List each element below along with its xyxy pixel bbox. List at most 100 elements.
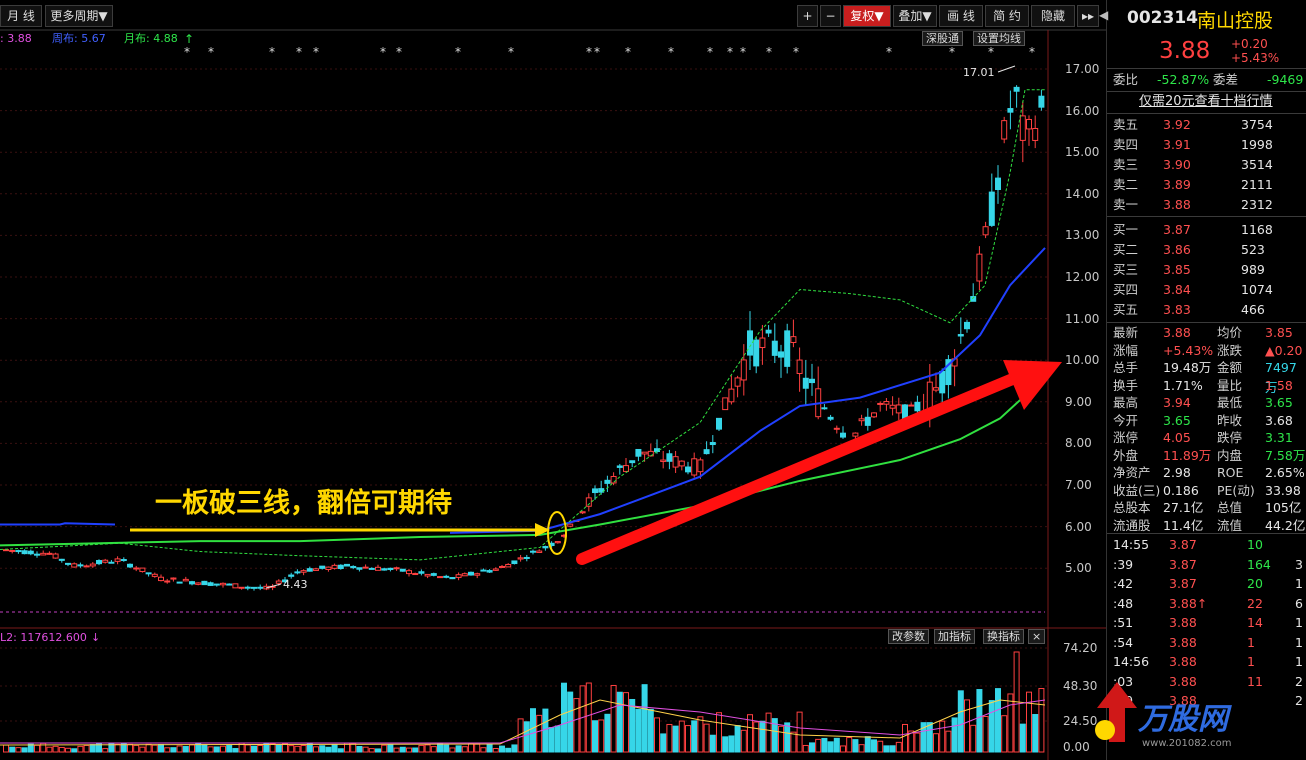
volume-bar: [1007, 693, 1014, 753]
candle: [722, 397, 729, 411]
volume-bar: [164, 747, 171, 753]
candle: [21, 550, 28, 555]
close-icon[interactable]: ×: [1028, 629, 1046, 644]
candle: [604, 479, 611, 484]
volume-bar: [895, 741, 902, 753]
candle: [895, 404, 902, 414]
event-marker[interactable]: *: [625, 45, 631, 59]
more-periods-dropdown[interactable]: 更多周期▼: [45, 5, 113, 27]
volume-bar: [598, 719, 605, 753]
weicha-value: -9469: [1267, 72, 1304, 87]
tick-price: 3.87: [1169, 537, 1197, 552]
event-marker[interactable]: *: [766, 45, 772, 59]
sell-volume: 2312: [1241, 197, 1273, 212]
candle: [982, 226, 989, 236]
candle: [877, 402, 884, 405]
candle: [275, 580, 282, 584]
change-params-button[interactable]: 改参数: [888, 629, 929, 644]
volume-bar: [220, 745, 226, 753]
period-month-button[interactable]: 月 线: [0, 5, 42, 27]
candle: [610, 475, 617, 484]
volume-bar: [660, 733, 667, 753]
overlay-dropdown[interactable]: 叠加▼: [893, 5, 937, 27]
candle: [672, 456, 679, 468]
volume-bar: [269, 743, 276, 753]
candle: [65, 562, 71, 565]
volume-bar: [251, 745, 257, 753]
chevron-down-icon: ▼: [98, 9, 108, 23]
volume-bar: [511, 744, 518, 753]
candle: [691, 458, 698, 476]
event-marker[interactable]: *: [886, 45, 892, 59]
collapse-left-icon[interactable]: ◀: [1099, 8, 1108, 22]
event-marker[interactable]: *: [269, 45, 275, 59]
sell-level-label: 卖三: [1113, 157, 1139, 172]
candle: [151, 573, 158, 577]
high-price-label: 17.01: [963, 66, 995, 79]
tick-time: :48: [1113, 595, 1134, 611]
candle: [939, 370, 946, 394]
volume-bar: [102, 748, 109, 753]
volume-bar: [629, 698, 636, 753]
event-marker[interactable]: *: [949, 45, 955, 59]
simple-mode-button[interactable]: 简 约: [985, 5, 1029, 27]
event-marker[interactable]: *: [1029, 45, 1035, 59]
event-marker[interactable]: *: [594, 45, 600, 59]
event-marker[interactable]: *: [793, 45, 799, 59]
volume-bar: [592, 720, 598, 753]
zoom-out-button[interactable]: −: [820, 5, 841, 27]
low-price-label: 4.43: [283, 578, 308, 591]
event-marker[interactable]: *: [508, 45, 514, 59]
chevron-down-icon: ▼: [874, 9, 884, 23]
event-marker[interactable]: *: [668, 45, 674, 59]
candle: [771, 340, 778, 356]
event-marker[interactable]: *: [455, 45, 461, 59]
event-marker[interactable]: *: [988, 45, 994, 59]
volume-bar: [83, 744, 90, 753]
candle: [530, 550, 536, 553]
volume-bar: [728, 735, 735, 753]
sell-volume: 3514: [1241, 157, 1273, 172]
zoom-in-button[interactable]: +: [797, 5, 818, 27]
event-marker[interactable]: *: [740, 45, 746, 59]
kline-chart[interactable]: * * * * * * * * * * * * * * * * * * * * * * 一板破三线，翻倍可期待 17.01…: [0, 0, 1106, 760]
candle: [536, 550, 543, 553]
event-marker[interactable]: *: [296, 45, 302, 59]
event-marker[interactable]: *: [586, 45, 592, 59]
sell-level-label: 卖二: [1113, 177, 1139, 192]
weibi-label: 委比: [1113, 72, 1139, 87]
candle: [207, 582, 214, 586]
event-marker[interactable]: *: [707, 45, 713, 59]
candle: [492, 568, 499, 571]
volume-bar: [902, 723, 908, 753]
tick-extra: 1: [1295, 576, 1303, 591]
deep-connect-button[interactable]: 深股通: [922, 31, 963, 46]
candle: [660, 459, 667, 462]
volume-bar: [399, 746, 406, 753]
fuquan-dropdown[interactable]: 复权▼: [843, 5, 891, 27]
swap-indicator-button[interactable]: 换指标: [983, 629, 1024, 644]
candle: [790, 336, 797, 343]
candle: [120, 559, 127, 562]
candle: [833, 427, 840, 430]
draw-line-button[interactable]: 画 线: [939, 5, 983, 27]
volume-bar: [945, 730, 952, 753]
event-marker[interactable]: *: [380, 45, 386, 59]
event-marker[interactable]: *: [396, 45, 402, 59]
add-indicator-button[interactable]: 加指标: [934, 629, 975, 644]
sell-level-label: 卖五: [1113, 117, 1139, 132]
fast-forward-icon[interactable]: ▸▸: [1077, 5, 1099, 27]
price-tick: 15.00: [1065, 145, 1100, 160]
ma-settings-button[interactable]: 设置均线: [973, 31, 1025, 46]
stock-change-pct: +5.43%: [1231, 51, 1280, 65]
event-marker[interactable]: *: [727, 45, 733, 59]
candle: [765, 329, 772, 334]
sell-price: 3.89: [1163, 177, 1191, 192]
event-marker[interactable]: *: [313, 45, 319, 59]
level10-promo-link[interactable]: 仅需20元查看十档行情: [1139, 92, 1273, 112]
volume-bar: [375, 748, 381, 753]
event-marker[interactable]: *: [208, 45, 214, 59]
event-marker[interactable]: *: [184, 45, 190, 59]
hide-button[interactable]: 隐藏: [1031, 5, 1075, 27]
candle: [468, 571, 474, 576]
